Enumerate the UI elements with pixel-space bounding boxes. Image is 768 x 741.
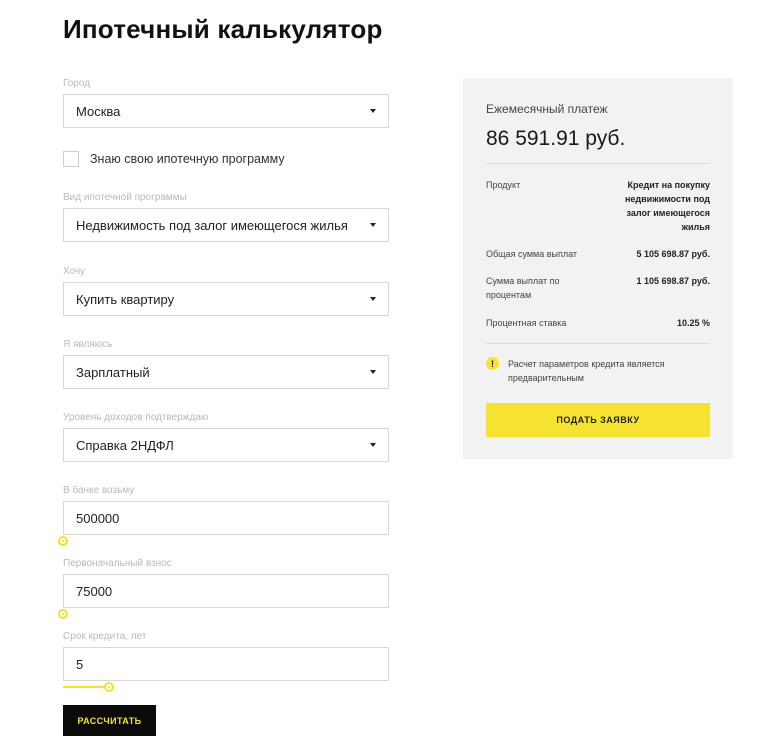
divider xyxy=(486,163,710,164)
rate-label: Процентная ставка xyxy=(486,318,567,328)
calculate-button[interactable]: РАССЧИТАТЬ xyxy=(63,705,156,736)
i-am-value: Зарплатный xyxy=(76,364,150,380)
down-payment-input[interactable]: 75000 xyxy=(63,574,389,608)
income-value: Справка 2НДФЛ xyxy=(76,437,174,453)
product-label: Продукт xyxy=(486,180,521,190)
income-select[interactable]: Справка 2НДФЛ xyxy=(63,428,389,462)
city-value: Москва xyxy=(76,103,121,119)
note-text: Расчет параметров кредита является предв… xyxy=(508,359,665,383)
loan-amount-label: В банке возьму xyxy=(63,485,135,496)
slider-fill xyxy=(63,686,109,688)
total-label: Общая сумма выплат xyxy=(486,249,578,259)
down-payment-field: Первоначальный взнос 75000 xyxy=(58,558,389,619)
city-select[interactable]: Москва xyxy=(63,94,389,128)
term-slider[interactable] xyxy=(63,682,389,692)
warning-icon: ! xyxy=(486,357,499,370)
interest-sum-row: Сумма выплат по процентам 1 105 698.87 р… xyxy=(486,274,710,302)
slider-handle[interactable] xyxy=(104,682,114,692)
city-label: Город xyxy=(63,78,91,89)
term-label: Срок кредита, лет xyxy=(63,631,147,642)
slider-handle[interactable] xyxy=(58,536,68,546)
known-program-checkbox[interactable] xyxy=(63,151,79,167)
rate-value: 10.25 % xyxy=(676,318,710,328)
program-type-select[interactable]: Недвижимость под залог имеющегося жилья xyxy=(63,208,389,242)
chevron-down-icon xyxy=(370,109,376,113)
product-row: Продукт Кредит на покупку недвижимости п… xyxy=(486,178,710,234)
i-am-label: Я являюсь xyxy=(63,339,113,350)
income-field: Уровень доходов подтверждаю Справка 2НДФ… xyxy=(63,412,389,462)
program-type-label: Вид ипотечной программы xyxy=(63,192,187,203)
slider-handle[interactable] xyxy=(58,609,68,619)
down-payment-label: Первоначальный взнос xyxy=(63,558,172,569)
program-type-field: Вид ипотечной программы Недвижимость под… xyxy=(63,192,389,242)
want-label: Хочу xyxy=(63,266,86,277)
loan-amount-field: В банке возьму 500000 xyxy=(58,485,389,546)
divider xyxy=(486,343,710,344)
monthly-payment-label: Ежемесячный платеж xyxy=(486,102,608,116)
interest-sum-value: 1 105 698.87 руб. xyxy=(636,276,711,286)
total-row: Общая сумма выплат 5 105 698.87 руб. xyxy=(486,247,710,261)
known-program-label: Знаю свою ипотечную программу xyxy=(90,152,285,166)
chevron-down-icon xyxy=(370,370,376,374)
interest-sum-label: Сумма выплат по процентам xyxy=(486,276,560,300)
rate-row: Процентная ставка 10.25 % xyxy=(486,316,710,330)
down-payment-slider[interactable] xyxy=(58,609,389,619)
apply-button[interactable]: ПОДАТЬ ЗАЯВКУ xyxy=(486,403,710,437)
want-field: Хочу Купить квартиру xyxy=(63,266,389,316)
income-label: Уровень доходов подтверждаю xyxy=(63,412,209,423)
total-value: 5 105 698.87 руб. xyxy=(636,249,711,259)
chevron-down-icon xyxy=(370,223,376,227)
want-value: Купить квартиру xyxy=(76,291,175,307)
i-am-select[interactable]: Зарплатный xyxy=(63,355,389,389)
known-program-toggle[interactable]: Знаю свою ипотечную программу xyxy=(63,151,285,167)
loan-amount-slider[interactable] xyxy=(58,536,389,546)
preliminary-note: ! Расчет параметров кредита является пре… xyxy=(486,357,673,385)
page-title: Ипотечный калькулятор xyxy=(63,14,383,44)
chevron-down-icon xyxy=(370,443,376,447)
i-am-field: Я являюсь Зарплатный xyxy=(63,339,389,389)
result-panel: Ежемесячный платеж 86 591.91 руб. Продук… xyxy=(463,78,733,459)
chevron-down-icon xyxy=(370,297,376,301)
loan-amount-input[interactable]: 500000 xyxy=(63,501,389,535)
term-input[interactable]: 5 xyxy=(63,647,389,681)
want-select[interactable]: Купить квартиру xyxy=(63,282,389,316)
product-value: Кредит на покупку недвижимости под залог… xyxy=(624,180,710,232)
term-field: Срок кредита, лет 5 xyxy=(63,631,389,692)
city-field: Город Москва xyxy=(63,78,389,128)
monthly-payment-value: 86 591.91 руб. xyxy=(486,127,626,150)
program-type-value: Недвижимость под залог имеющегося жилья xyxy=(76,217,348,233)
